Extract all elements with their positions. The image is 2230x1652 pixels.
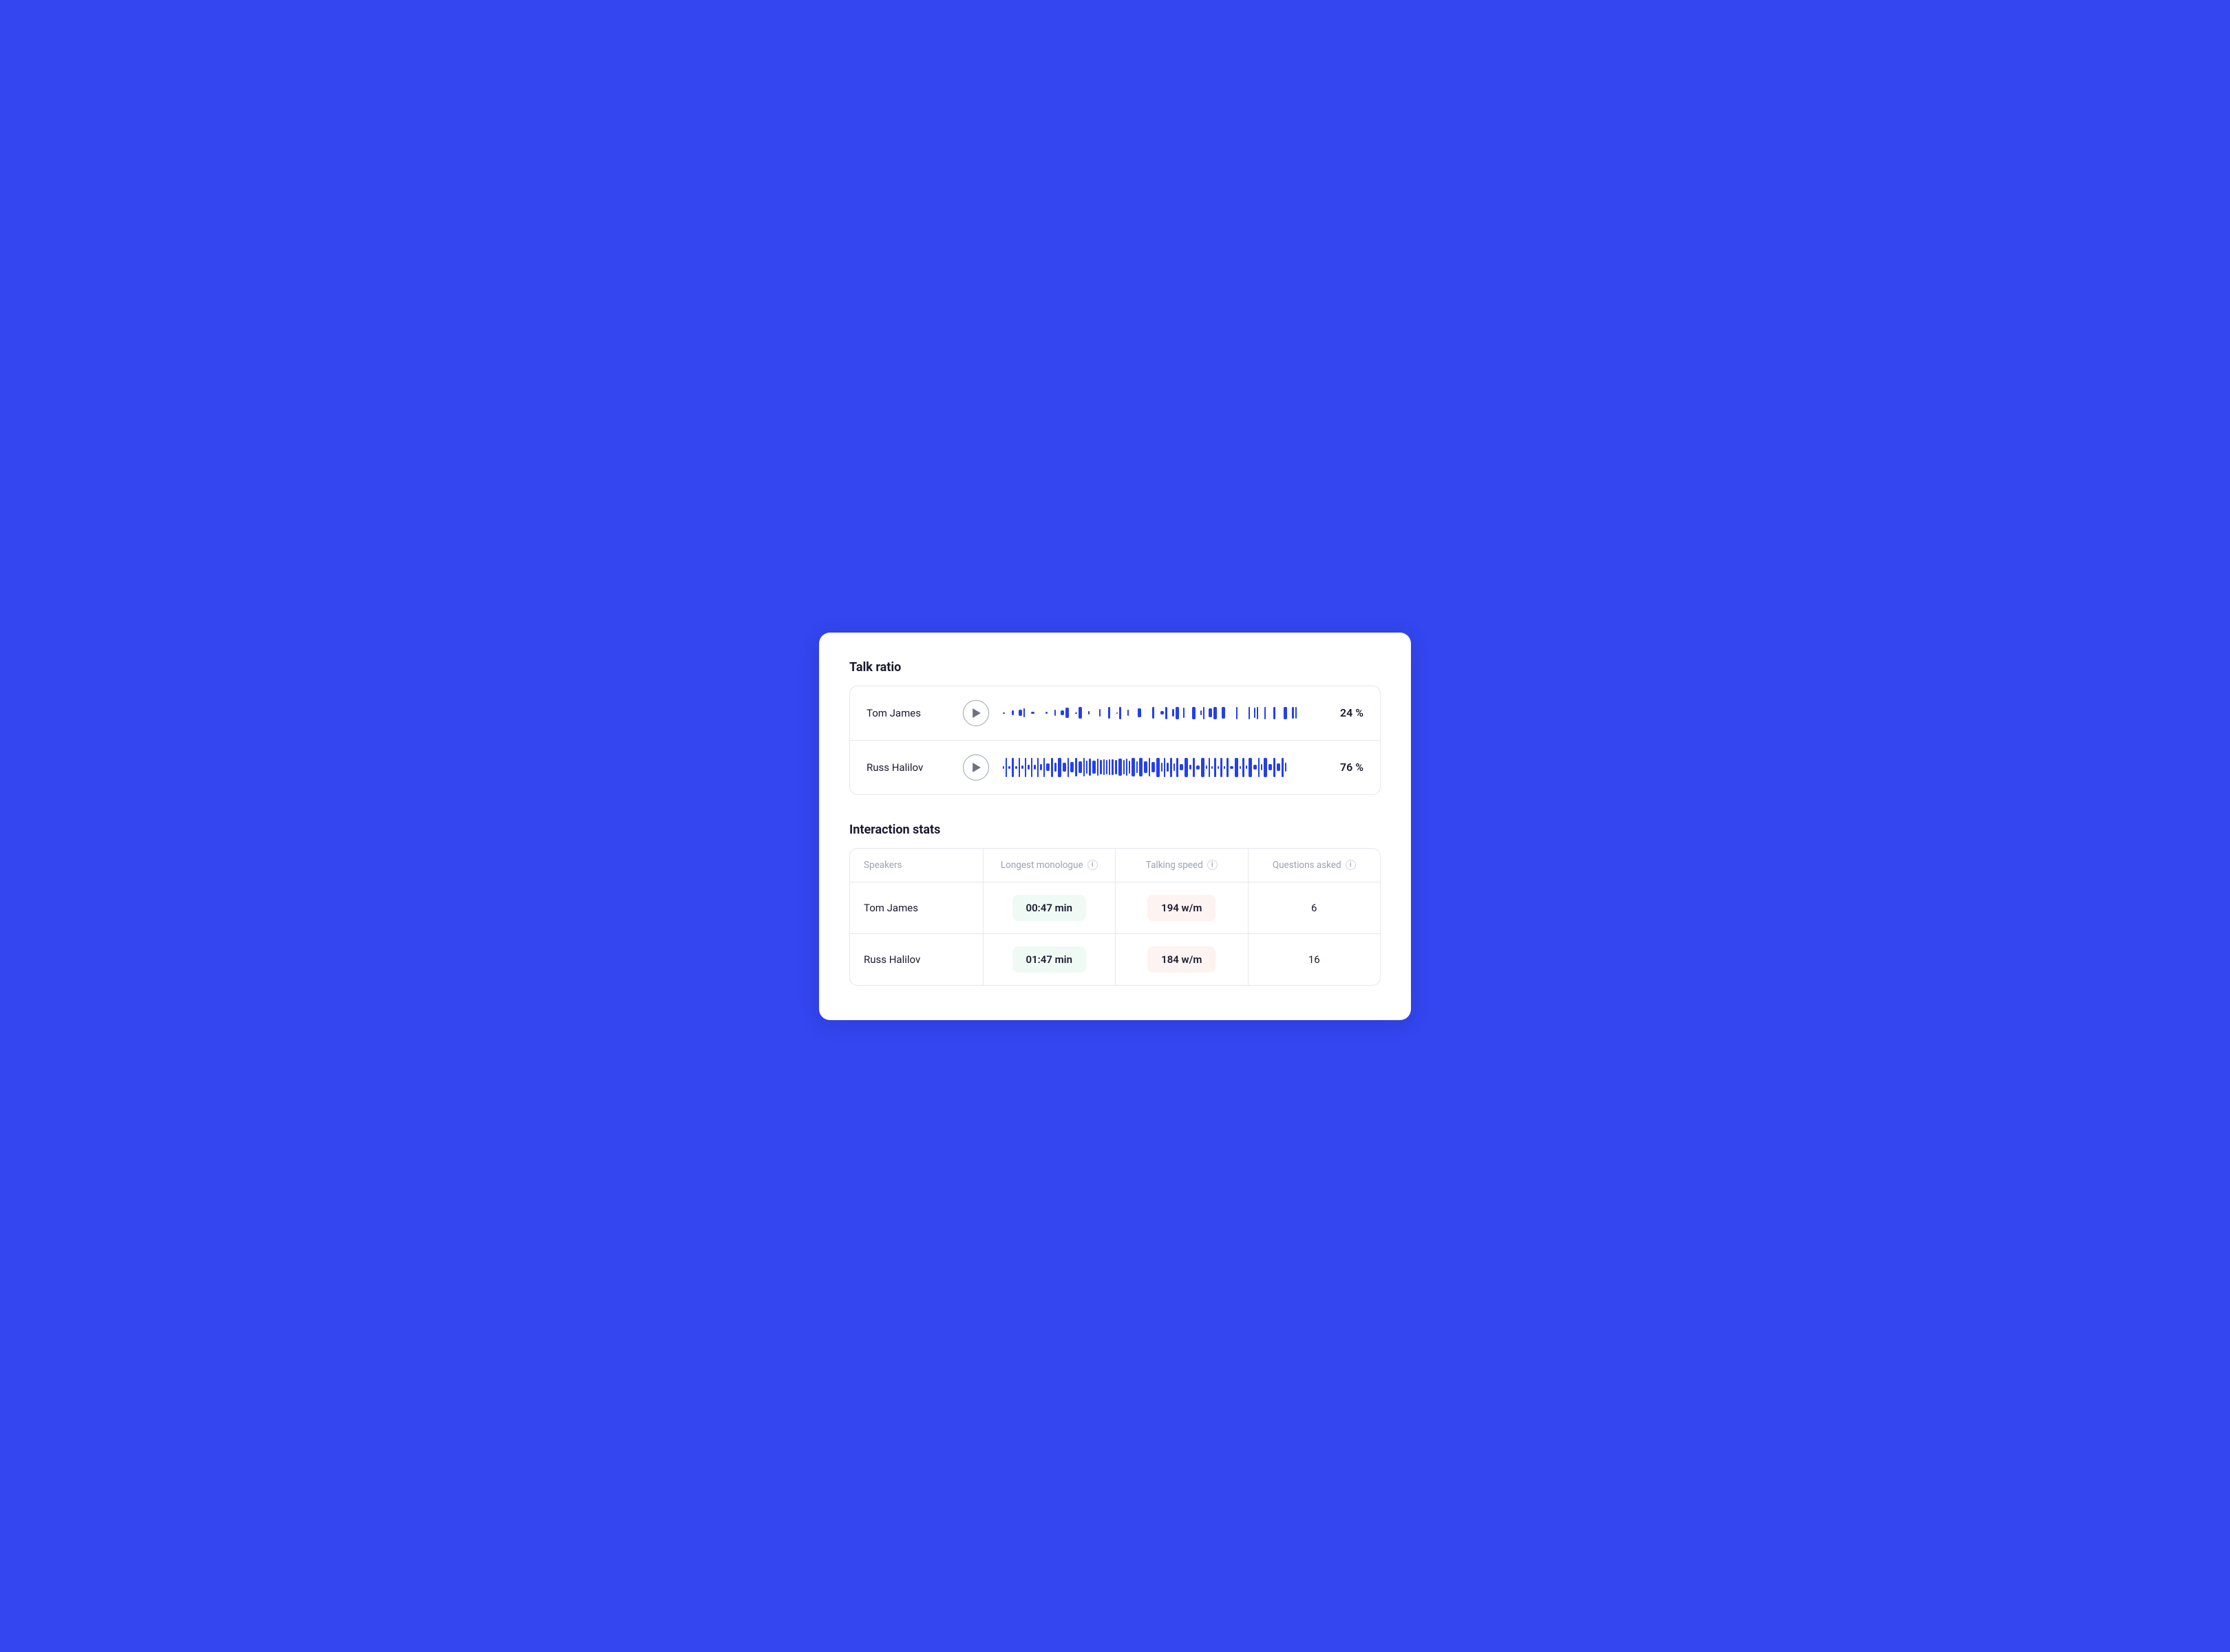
td-questions-russ: 16 bbox=[1248, 934, 1381, 985]
th-longest-monologue: Longest monologue i bbox=[983, 849, 1116, 882]
badge-speed-russ: 184 w/m bbox=[1147, 946, 1215, 973]
waveform-tom bbox=[1003, 702, 1314, 724]
percentage-tom: 24 % bbox=[1328, 706, 1363, 719]
info-icon-questions: i bbox=[1346, 860, 1356, 870]
main-card: Talk ratio Tom James 24 % Russ Halilov 7… bbox=[819, 633, 1411, 1020]
td-speed-tom: 194 w/m bbox=[1115, 882, 1248, 933]
td-monologue-russ: 01:47 min bbox=[983, 934, 1116, 985]
table-row-tom: Tom James 00:47 min 194 w/m 6 bbox=[850, 882, 1380, 933]
th-speakers: Speakers bbox=[850, 849, 983, 882]
badge-monologue-russ: 01:47 min bbox=[1012, 946, 1086, 973]
play-button-tom[interactable] bbox=[963, 700, 989, 726]
td-name-tom: Tom James bbox=[850, 882, 983, 933]
table-row-russ: Russ Halilov 01:47 min 184 w/m 16 bbox=[850, 933, 1380, 985]
td-questions-tom: 6 bbox=[1248, 882, 1381, 933]
speaker-name-tom: Tom James bbox=[867, 707, 949, 719]
waveform-russ bbox=[1003, 756, 1314, 779]
talk-ratio-box: Tom James 24 % Russ Halilov 76 % bbox=[849, 686, 1381, 795]
badge-monologue-tom: 00:47 min bbox=[1012, 895, 1086, 921]
badge-speed-tom: 194 w/m bbox=[1147, 895, 1215, 921]
th-talking-speed: Talking speed i bbox=[1115, 849, 1248, 882]
table-header: Speakers Longest monologue i Talking spe… bbox=[850, 849, 1380, 882]
th-questions-asked: Questions asked i bbox=[1248, 849, 1381, 882]
talk-ratio-row-tom: Tom James 24 % bbox=[850, 686, 1380, 740]
play-button-russ[interactable] bbox=[963, 754, 989, 781]
info-icon-monologue: i bbox=[1087, 860, 1098, 870]
speaker-name-russ: Russ Halilov bbox=[867, 761, 949, 774]
td-monologue-tom: 00:47 min bbox=[983, 882, 1116, 933]
talk-ratio-title: Talk ratio bbox=[849, 660, 1381, 675]
percentage-russ: 76 % bbox=[1328, 761, 1363, 774]
td-name-russ: Russ Halilov bbox=[850, 934, 983, 985]
td-speed-russ: 184 w/m bbox=[1115, 934, 1248, 985]
talk-ratio-row-russ: Russ Halilov 76 % bbox=[850, 740, 1380, 794]
info-icon-speed: i bbox=[1207, 860, 1218, 870]
interaction-stats-title: Interaction stats bbox=[849, 823, 1381, 837]
interaction-table: Speakers Longest monologue i Talking spe… bbox=[849, 848, 1381, 986]
